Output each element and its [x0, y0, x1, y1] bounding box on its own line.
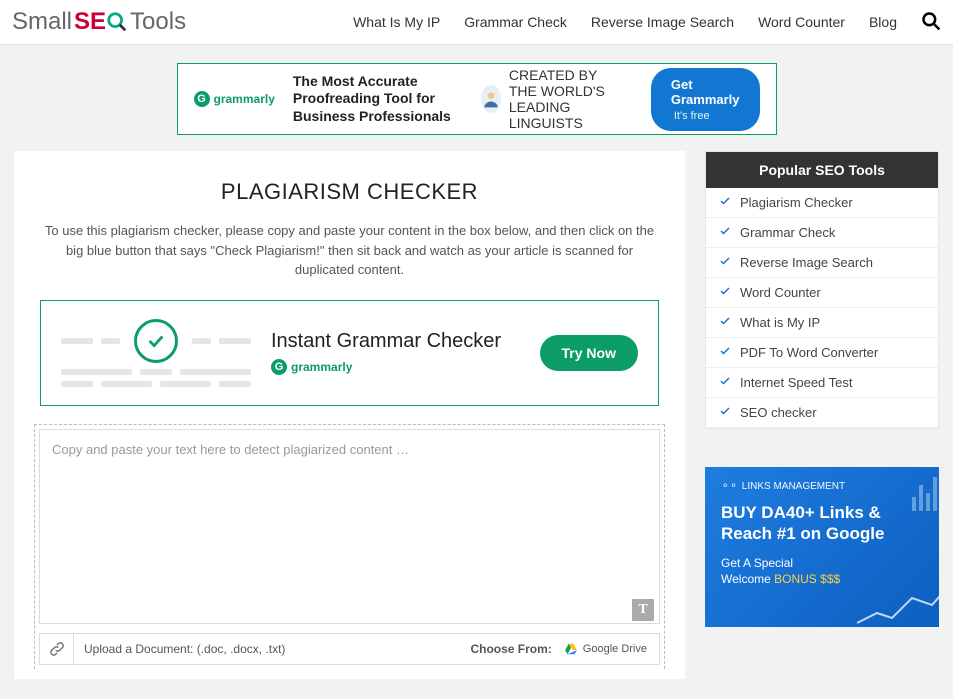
sidebar-header: Popular SEO Tools	[706, 152, 938, 188]
promo-brand: ⚬⚬ LINKS MANAGEMENT	[721, 481, 923, 492]
grammarly-g-icon-2: G	[271, 359, 287, 375]
sidebar-list: Plagiarism Checker Grammar Check Reverse…	[706, 188, 938, 428]
sidebar-item-pdf-to-word[interactable]: PDF To Word Converter	[706, 338, 938, 368]
avatar-block: CREATED BY THE WORLD'S LEADING LINGUISTS	[481, 67, 615, 131]
created-by-label: CREATED BY THE WORLD'S LEADING LINGUISTS	[509, 67, 615, 131]
content-textarea[interactable]	[39, 429, 660, 624]
main-panel: PLAGIARISM CHECKER To use this plagiaris…	[14, 151, 685, 679]
sidebar-item-reverse-image-search[interactable]: Reverse Image Search	[706, 248, 938, 278]
google-drive-button[interactable]: Google Drive	[564, 642, 659, 656]
promo-title: BUY DA40+ Links & Reach #1 on Google	[721, 502, 923, 545]
nav-blog[interactable]: Blog	[869, 14, 897, 30]
logo-text-seo: S E	[74, 8, 128, 36]
sidebar-item-word-counter[interactable]: Word Counter	[706, 278, 938, 308]
nav-what-is-my-ip[interactable]: What Is My IP	[353, 14, 440, 30]
promo-chart-icon	[857, 583, 939, 627]
check-circle-icon	[134, 319, 178, 363]
choose-from-label: Choose From:	[470, 642, 563, 656]
input-area: T Upload a Document: (.doc, .docx, .txt)…	[34, 424, 665, 669]
grammarly-brand-text: grammarly	[214, 92, 275, 106]
sidebar-item-grammar-check[interactable]: Grammar Check	[706, 218, 938, 248]
check-icon	[718, 225, 732, 240]
logo-text-tools: Tools	[130, 8, 186, 36]
logo[interactable]: Small S E Tools	[12, 8, 186, 36]
promo-bars-icon	[912, 477, 937, 511]
nav-reverse-image-search[interactable]: Reverse Image Search	[591, 14, 734, 30]
check-icon	[718, 285, 732, 300]
sidebar-item-what-is-my-ip[interactable]: What is My IP	[706, 308, 938, 338]
try-now-button[interactable]: Try Now	[540, 335, 638, 371]
skeleton-graphic	[61, 313, 251, 393]
check-icon	[718, 345, 732, 360]
get-grammarly-button[interactable]: Get Grammarly It's free	[651, 68, 760, 131]
nav-word-counter[interactable]: Word Counter	[758, 14, 845, 30]
grammarly-logo: G grammarly	[194, 91, 275, 107]
page-subtitle: To use this plagiarism checker, please c…	[34, 221, 665, 280]
header: Small S E Tools What Is My IP Grammar Ch…	[0, 0, 953, 45]
sidebar-item-seo-checker[interactable]: SEO checker	[706, 398, 938, 428]
logo-text-small: Small	[12, 8, 72, 36]
magnifier-icon	[106, 11, 128, 33]
grammarly-top-banner[interactable]: G grammarly The Most Accurate Proofreadi…	[177, 63, 777, 135]
banner-headline: The Most Accurate Proofreading Tool for …	[293, 73, 463, 126]
content: PLAGIARISM CHECKER To use this plagiaris…	[0, 151, 953, 699]
chain-icon: ⚬⚬	[721, 481, 738, 492]
page-title: PLAGIARISM CHECKER	[34, 179, 665, 205]
linguist-avatar-icon	[481, 85, 501, 113]
check-icon	[718, 195, 732, 210]
top-banner-wrap: G grammarly The Most Accurate Proofreadi…	[0, 45, 953, 151]
upload-row: Upload a Document: (.doc, .docx, .txt) C…	[39, 633, 660, 665]
grammarly-g-icon: G	[194, 91, 210, 107]
nav-grammar-check[interactable]: Grammar Check	[464, 14, 567, 30]
upload-document-button[interactable]: Upload a Document: (.doc, .docx, .txt)	[74, 634, 295, 664]
popular-tools-panel: Popular SEO Tools Plagiarism Checker Gra…	[705, 151, 939, 429]
sidebar-item-internet-speed-test[interactable]: Internet Speed Test	[706, 368, 938, 398]
grammarly-logo-2: G grammarly	[271, 359, 520, 375]
text-cursor-icon[interactable]: T	[632, 599, 654, 621]
banner2-title: Instant Grammar Checker	[271, 330, 520, 353]
check-icon	[718, 405, 732, 420]
sidebar: Popular SEO Tools Plagiarism Checker Gra…	[705, 151, 939, 627]
grammarly-inline-banner[interactable]: Instant Grammar Checker G grammarly Try …	[40, 300, 659, 406]
check-icon	[718, 375, 732, 390]
check-icon	[718, 315, 732, 330]
google-drive-icon	[564, 642, 578, 656]
search-icon[interactable]	[921, 11, 941, 34]
nav: What Is My IP Grammar Check Reverse Imag…	[353, 11, 941, 34]
sidebar-item-plagiarism-checker[interactable]: Plagiarism Checker	[706, 188, 938, 218]
links-management-promo[interactable]: ⚬⚬ LINKS MANAGEMENT BUY DA40+ Links & Re…	[705, 467, 939, 627]
check-icon	[718, 255, 732, 270]
attachment-icon[interactable]	[40, 634, 74, 664]
banner2-mid: Instant Grammar Checker G grammarly	[271, 330, 520, 375]
